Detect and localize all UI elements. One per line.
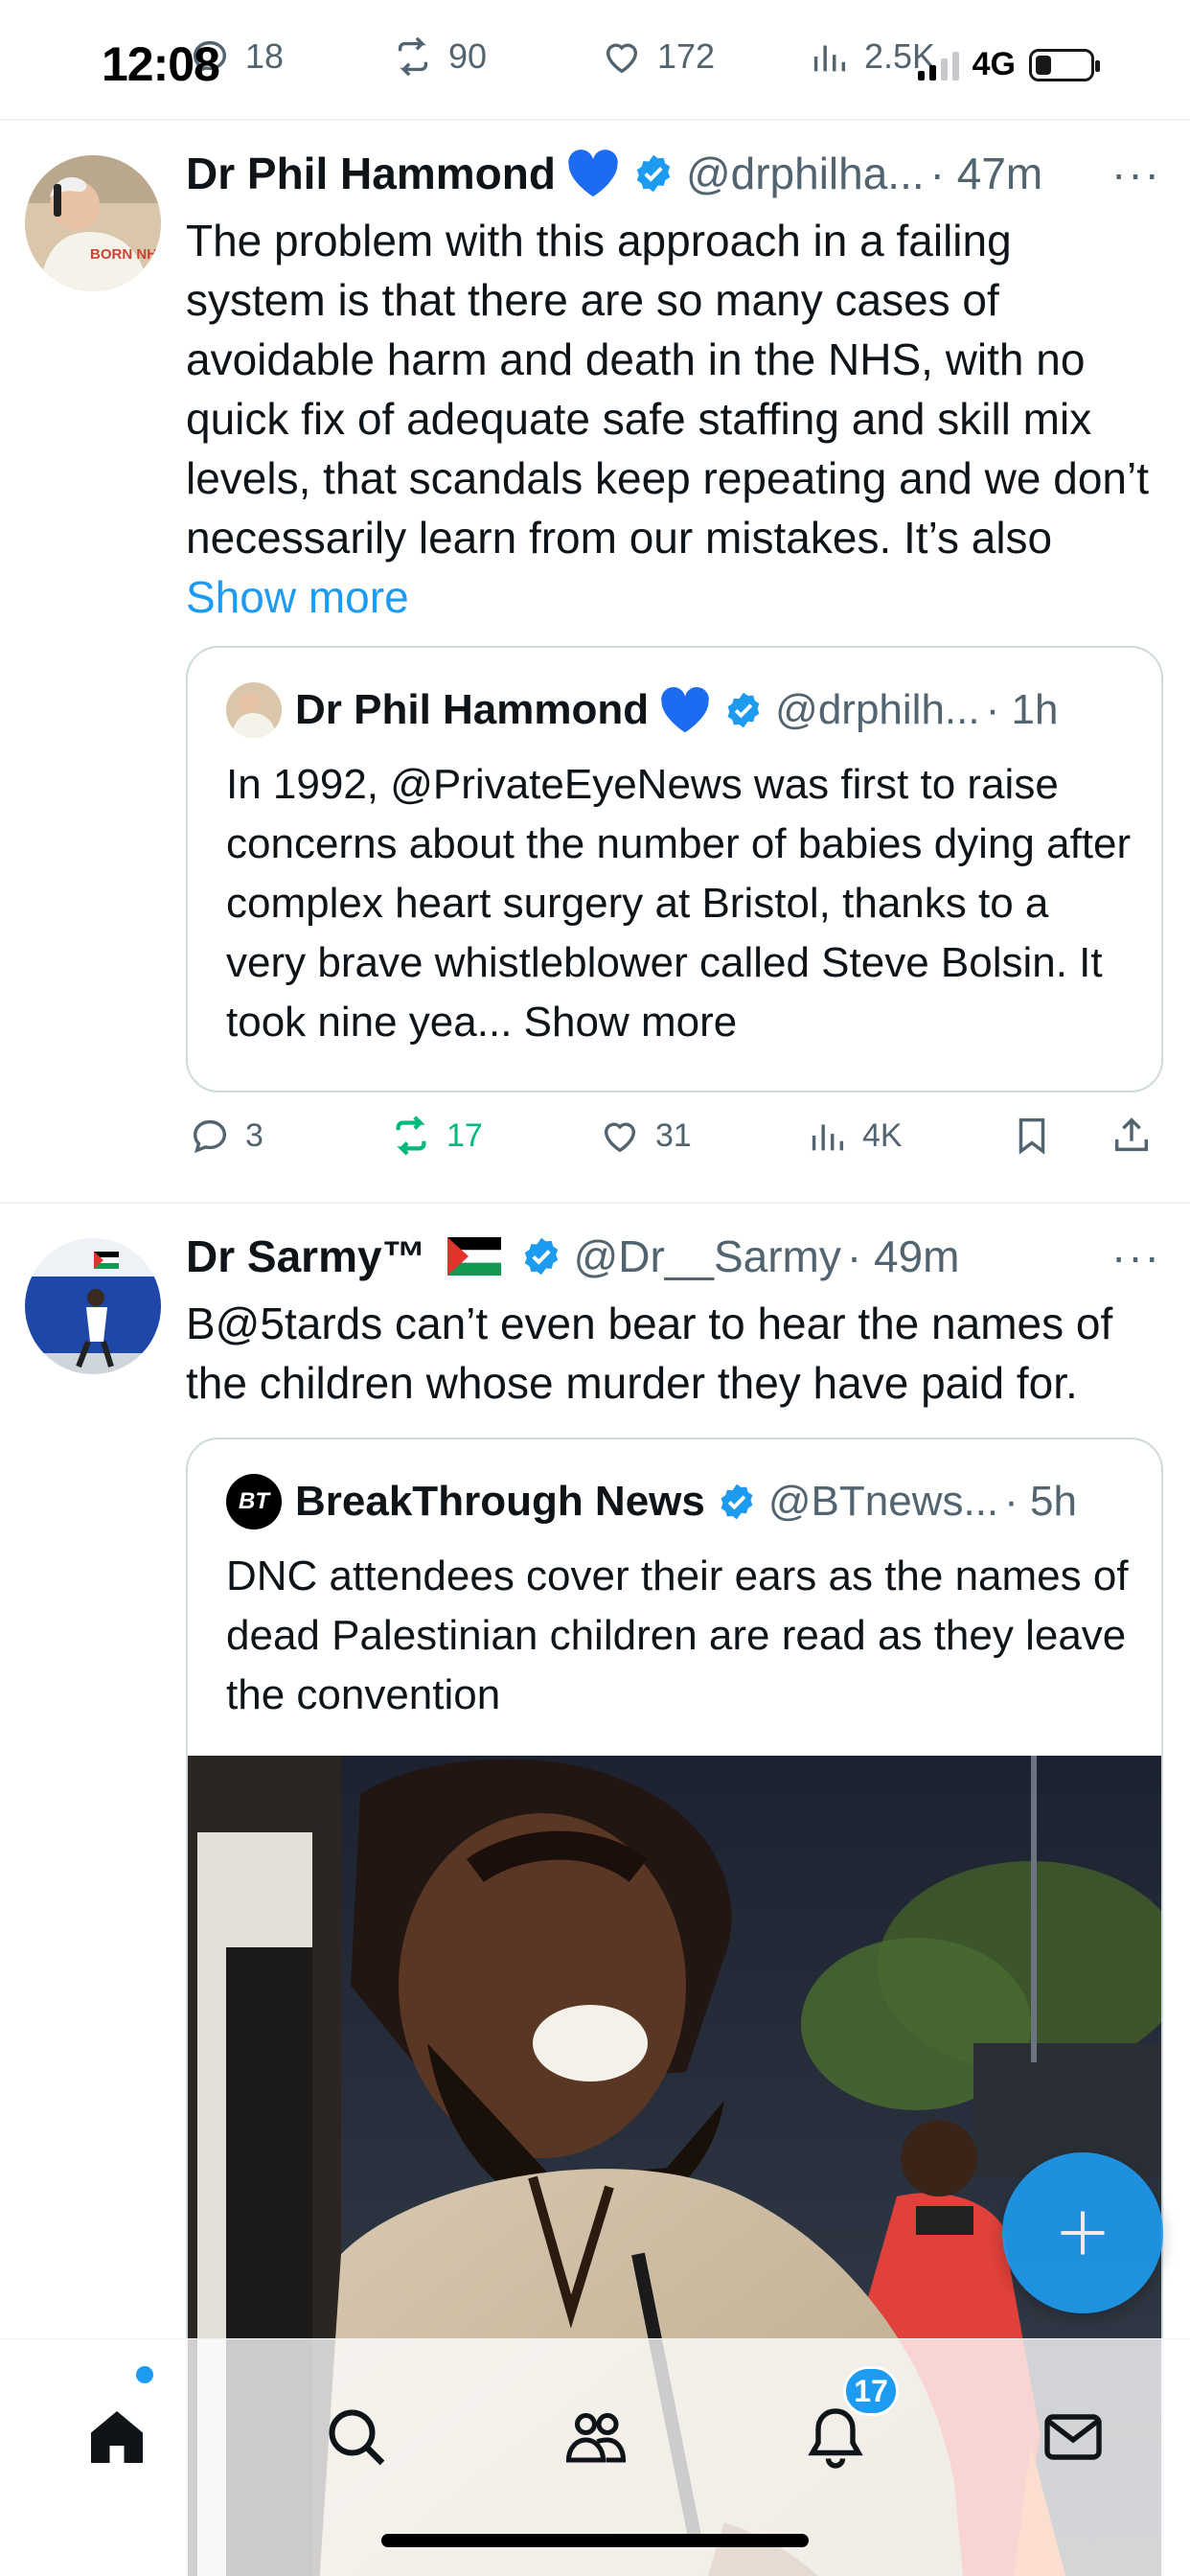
quoted-show-more-link[interactable]: Show more — [524, 999, 738, 1046]
show-more-link[interactable]: Show more — [186, 572, 409, 622]
avatar-image — [25, 1238, 161, 1374]
view-count: 4K — [862, 1116, 903, 1154]
home-indicator — [381, 2534, 809, 2547]
views-icon — [812, 1124, 844, 1151]
views-icon — [813, 45, 846, 72]
repost-count: 17 — [446, 1116, 483, 1154]
reply-count: 18 — [245, 36, 285, 76]
tweet-text: The problem with this approach in a fail… — [186, 211, 1163, 627]
battery-icon — [1029, 48, 1100, 81]
quoted-avatar: BT — [226, 1474, 282, 1530]
share-icon — [1114, 1117, 1149, 1152]
messages-icon[interactable] — [1039, 2403, 1108, 2472]
tweet-actions: 3 17 31 4K — [186, 1114, 1163, 1171]
quoted-avatar — [226, 682, 282, 738]
palestine-flag-icon — [446, 1237, 501, 1276]
verified-badge-icon — [721, 1484, 753, 1520]
quoted-display-name: Dr Phil Hammond — [295, 686, 650, 733]
handle[interactable]: @drphilha... — [686, 148, 925, 199]
more-options-icon[interactable]: ··· — [1111, 148, 1161, 199]
blue-heart-icon — [658, 685, 712, 735]
bookmark-button[interactable] — [1010, 1114, 1054, 1158]
plus-icon — [1061, 2211, 1105, 2255]
quoted-display-name: BreakThrough News — [295, 1478, 705, 1525]
quoted-tweet-header: BT BreakThrough News @BTnews... · 5h — [226, 1474, 1077, 1530]
compose-button[interactable] — [1002, 2152, 1163, 2313]
quoted-tweet-text: In 1992, @PrivateEyeNews was first to ra… — [226, 755, 1136, 1052]
more-options-icon[interactable]: ··· — [1111, 1230, 1161, 1282]
repost-icon — [398, 36, 428, 77]
search-icon[interactable] — [322, 2403, 391, 2472]
timestamp[interactable]: · 49m — [847, 1230, 960, 1282]
heart-icon — [606, 43, 638, 74]
notifications-badge: 17 — [843, 2366, 899, 2416]
quoted-timestamp: · 5h — [1004, 1478, 1077, 1525]
network-type: 4G — [972, 46, 1016, 82]
signal-icon — [917, 50, 959, 80]
like-count: 31 — [655, 1116, 692, 1154]
tweet-text: B@5tards can’t even bear to hear the nam… — [186, 1294, 1163, 1413]
repost-button[interactable]: 90 — [391, 34, 487, 79]
avatar-text: BORN NHS — [90, 246, 161, 263]
tweet-body: The problem with this approach in a fail… — [186, 216, 1149, 563]
tweet-body: B@5tards can’t even bear to hear the nam… — [186, 1299, 1113, 1408]
quoted-tweet-body: DNC attendees cover their ears as the na… — [226, 1552, 1129, 1718]
home-unread-dot — [136, 2366, 153, 2383]
display-name[interactable]: Dr Phil Hammond — [186, 148, 556, 199]
tweet[interactable]: BORN NHS Dr Phil Hammond @drphilha... · … — [0, 121, 1190, 1202]
home-icon[interactable] — [82, 2403, 151, 2472]
like-button[interactable]: 172 — [600, 34, 715, 79]
verified-badge-icon — [524, 1237, 558, 1276]
verified-badge-icon — [636, 154, 671, 193]
repost-icon — [396, 1116, 426, 1156]
quoted-handle: @BTnews... — [767, 1478, 999, 1525]
quoted-handle: @drphilh... — [775, 686, 980, 733]
display-name[interactable]: Dr Sarmy™ — [186, 1230, 426, 1282]
reply-icon — [193, 1119, 227, 1154]
bookmark-icon — [1018, 1117, 1045, 1155]
tweet-header: Dr Phil Hammond @drphilha... · 47m — [186, 148, 1042, 199]
like-count: 172 — [657, 36, 716, 76]
views-button[interactable]: 4K — [805, 1114, 903, 1158]
clock: 12:08 — [102, 37, 220, 91]
timestamp[interactable]: · 47m — [930, 148, 1043, 199]
heart-icon — [604, 1122, 636, 1153]
repost-button[interactable]: 17 — [389, 1114, 483, 1158]
status-bar: 18 90 172 2.5K 12:08 4G — [0, 0, 1190, 121]
blue-heart-icon — [565, 148, 621, 199]
quoted-tweet-header: Dr Phil Hammond @drphilh... · 1h — [226, 682, 1058, 738]
handle[interactable]: @Dr__Sarmy — [574, 1230, 841, 1282]
quoted-timestamp: · 1h — [985, 686, 1059, 733]
communities-icon[interactable] — [561, 2403, 630, 2472]
avatar[interactable] — [25, 1238, 161, 1374]
verified-badge-icon — [727, 692, 760, 728]
quoted-tweet-text: DNC attendees cover their ears as the na… — [226, 1547, 1136, 1725]
share-button[interactable] — [1110, 1114, 1154, 1158]
tweet-header: Dr Sarmy™ @Dr__Sarmy · 49m — [186, 1230, 959, 1282]
status-indicators: 4G — [917, 46, 1100, 83]
avatar[interactable]: BORN NHS — [25, 155, 161, 291]
quoted-tweet[interactable]: Dr Phil Hammond @drphilh... · 1h In 1992… — [186, 646, 1163, 1092]
avatar-image: BORN NHS — [25, 155, 161, 291]
repost-count: 90 — [448, 36, 488, 76]
like-button[interactable]: 31 — [598, 1114, 692, 1158]
views-button[interactable]: 2.5K — [807, 34, 935, 79]
reply-button[interactable]: 3 — [188, 1114, 263, 1158]
reply-count: 3 — [245, 1116, 263, 1154]
